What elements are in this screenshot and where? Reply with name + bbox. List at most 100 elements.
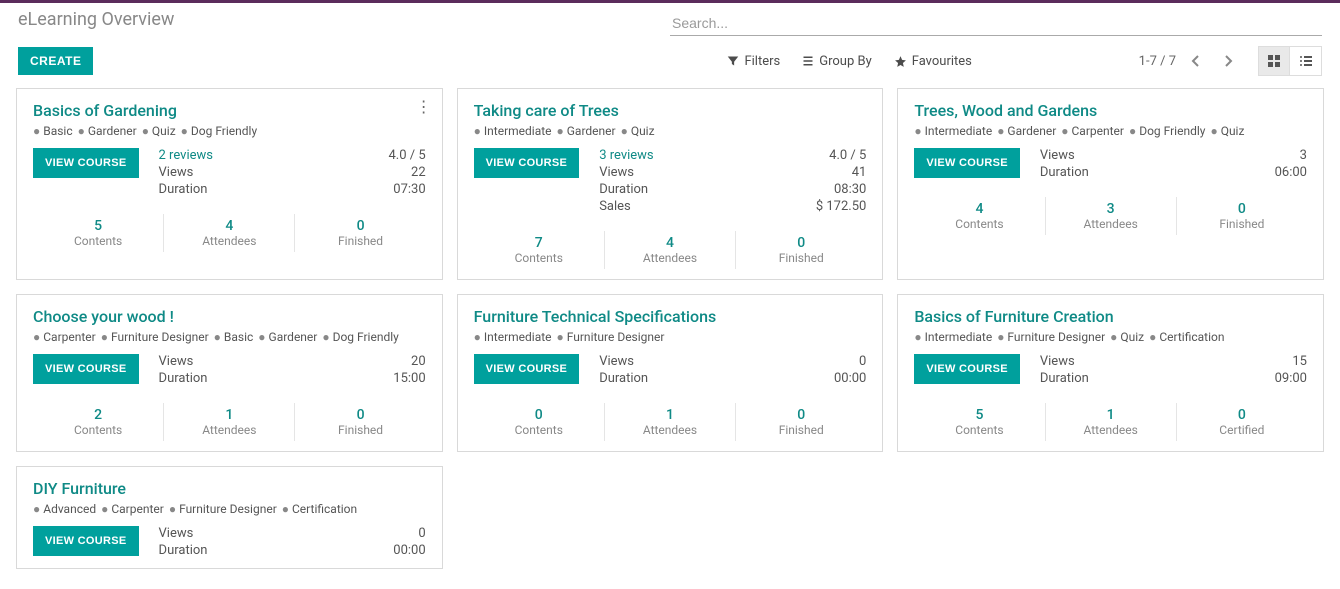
- stat-label: Attendees: [1046, 423, 1176, 437]
- stat-value: 0: [474, 407, 604, 423]
- course-card[interactable]: ⋮Basics of Gardening Basic Gardener Quiz …: [16, 88, 443, 280]
- course-title[interactable]: Taking care of Trees: [474, 101, 867, 120]
- stat-value: 4: [164, 218, 294, 234]
- duration-label: Duration: [1040, 165, 1089, 180]
- stat-contents[interactable]: 5Contents: [914, 403, 1044, 441]
- stat-certified[interactable]: 0Certified: [1176, 403, 1307, 441]
- duration-value: 09:00: [1275, 371, 1307, 386]
- duration-label: Duration: [599, 182, 648, 197]
- filters-button[interactable]: Filters: [727, 54, 780, 69]
- tag: Gardener: [258, 330, 317, 344]
- course-card[interactable]: Furniture Technical SpecificationsInterm…: [457, 294, 884, 452]
- views-value: 41: [852, 165, 867, 180]
- stat-value: 3: [1046, 201, 1176, 217]
- stat-attendees[interactable]: 4Attendees: [163, 214, 294, 252]
- stat-finished[interactable]: 0Finished: [1176, 197, 1307, 235]
- view-course-button[interactable]: VIEW COURSE: [33, 354, 139, 384]
- course-card[interactable]: Basics of Furniture Creation Intermediate…: [897, 294, 1324, 452]
- course-card[interactable]: Taking care of TreesIntermediate Gardene…: [457, 88, 884, 280]
- tag: Carpenter: [1061, 124, 1124, 138]
- stat-attendees[interactable]: 4Attendees: [604, 231, 735, 269]
- tag: Gardener: [78, 124, 137, 138]
- views-value: 3: [1300, 148, 1307, 163]
- filters-label: Filters: [744, 54, 780, 69]
- stat-label: Finished: [295, 234, 425, 248]
- tag: Advanced: [33, 502, 96, 516]
- page-title: eLearning Overview: [18, 9, 670, 30]
- tag: Certification: [1149, 330, 1224, 344]
- stat-value: 1: [164, 407, 294, 423]
- tag: Certification: [282, 502, 357, 516]
- duration-label: Duration: [1040, 371, 1089, 386]
- tag: Gardener: [557, 124, 616, 138]
- view-course-button[interactable]: VIEW COURSE: [914, 354, 1020, 384]
- stat-contents[interactable]: 4Contents: [914, 197, 1044, 235]
- views-value: 15: [1292, 354, 1307, 369]
- tag: Carpenter: [101, 502, 164, 516]
- list-view-button[interactable]: [1290, 46, 1322, 76]
- stat-attendees[interactable]: 1Attendees: [163, 403, 294, 441]
- views-label: Views: [159, 526, 194, 541]
- kebab-icon[interactable]: ⋮: [416, 97, 432, 116]
- stat-value: 1: [1046, 407, 1176, 423]
- stat-attendees[interactable]: 1Attendees: [1045, 403, 1176, 441]
- pager-prev-button[interactable]: [1184, 47, 1208, 75]
- stat-label: Contents: [914, 217, 1044, 231]
- group-by-label: Group By: [819, 54, 872, 69]
- duration-value: 00:00: [393, 543, 425, 558]
- duration-value: 08:30: [834, 182, 866, 197]
- create-button[interactable]: CREATE: [18, 47, 93, 75]
- reviews-link[interactable]: 3 reviews: [599, 148, 653, 163]
- stat-attendees[interactable]: 3Attendees: [1045, 197, 1176, 235]
- stat-contents[interactable]: 7Contents: [474, 231, 604, 269]
- sales-value: $ 172.50: [816, 199, 867, 214]
- stat-label: Contents: [474, 423, 604, 437]
- course-title[interactable]: Basics of Gardening: [33, 101, 426, 120]
- view-course-button[interactable]: VIEW COURSE: [33, 526, 139, 556]
- stat-finished[interactable]: 0Finished: [294, 403, 425, 441]
- course-title[interactable]: Basics of Furniture Creation: [914, 307, 1307, 326]
- stat-value: 0: [736, 407, 866, 423]
- views-label: Views: [1040, 148, 1075, 163]
- course-title[interactable]: Trees, Wood and Gardens: [914, 101, 1307, 120]
- course-card[interactable]: DIY FurnitureAdvanced Carpenter Furnitur…: [16, 466, 443, 569]
- stat-finished[interactable]: 0Finished: [735, 403, 866, 441]
- course-card[interactable]: Trees, Wood and GardensIntermediate Gard…: [897, 88, 1324, 280]
- stat-value: 0: [295, 407, 425, 423]
- views-value: 0: [859, 354, 866, 369]
- sales-label: Sales: [599, 199, 631, 214]
- view-course-button[interactable]: VIEW COURSE: [33, 148, 139, 178]
- reviews-link[interactable]: 2 reviews: [159, 148, 213, 163]
- stat-attendees[interactable]: 1Attendees: [604, 403, 735, 441]
- view-course-button[interactable]: VIEW COURSE: [474, 148, 580, 178]
- duration-label: Duration: [159, 543, 208, 558]
- tag: Basic: [33, 124, 73, 138]
- stat-value: 0: [295, 218, 425, 234]
- views-value: 22: [411, 165, 426, 180]
- stat-contents[interactable]: 2Contents: [33, 403, 163, 441]
- stat-contents[interactable]: 0Contents: [474, 403, 604, 441]
- stat-finished[interactable]: 0Finished: [294, 214, 425, 252]
- views-value: 20: [411, 354, 426, 369]
- group-by-button[interactable]: Group By: [802, 54, 872, 69]
- stat-finished[interactable]: 0Finished: [735, 231, 866, 269]
- view-course-button[interactable]: VIEW COURSE: [474, 354, 580, 384]
- favourites-button[interactable]: Favourites: [894, 54, 972, 69]
- course-title[interactable]: Furniture Technical Specifications: [474, 307, 867, 326]
- stat-value: 5: [914, 407, 1044, 423]
- search-input[interactable]: [670, 11, 1322, 36]
- pager-next-button[interactable]: [1216, 47, 1240, 75]
- views-value: 0: [418, 526, 425, 541]
- course-tags: Intermediate Furniture Designer Quiz Cer…: [914, 330, 1307, 344]
- stat-label: Contents: [33, 234, 163, 248]
- kanban-icon: [1267, 54, 1281, 68]
- view-course-button[interactable]: VIEW COURSE: [914, 148, 1020, 178]
- tag: Basic: [214, 330, 254, 344]
- stat-contents[interactable]: 5Contents: [33, 214, 163, 252]
- tag: Furniture Designer: [557, 330, 665, 344]
- course-title[interactable]: DIY Furniture: [33, 479, 426, 498]
- course-card[interactable]: Choose your wood !Carpenter Furniture De…: [16, 294, 443, 452]
- course-tags: Basic Gardener Quiz Dog Friendly: [33, 124, 426, 138]
- kanban-view-button[interactable]: [1258, 46, 1290, 76]
- course-title[interactable]: Choose your wood !: [33, 307, 426, 326]
